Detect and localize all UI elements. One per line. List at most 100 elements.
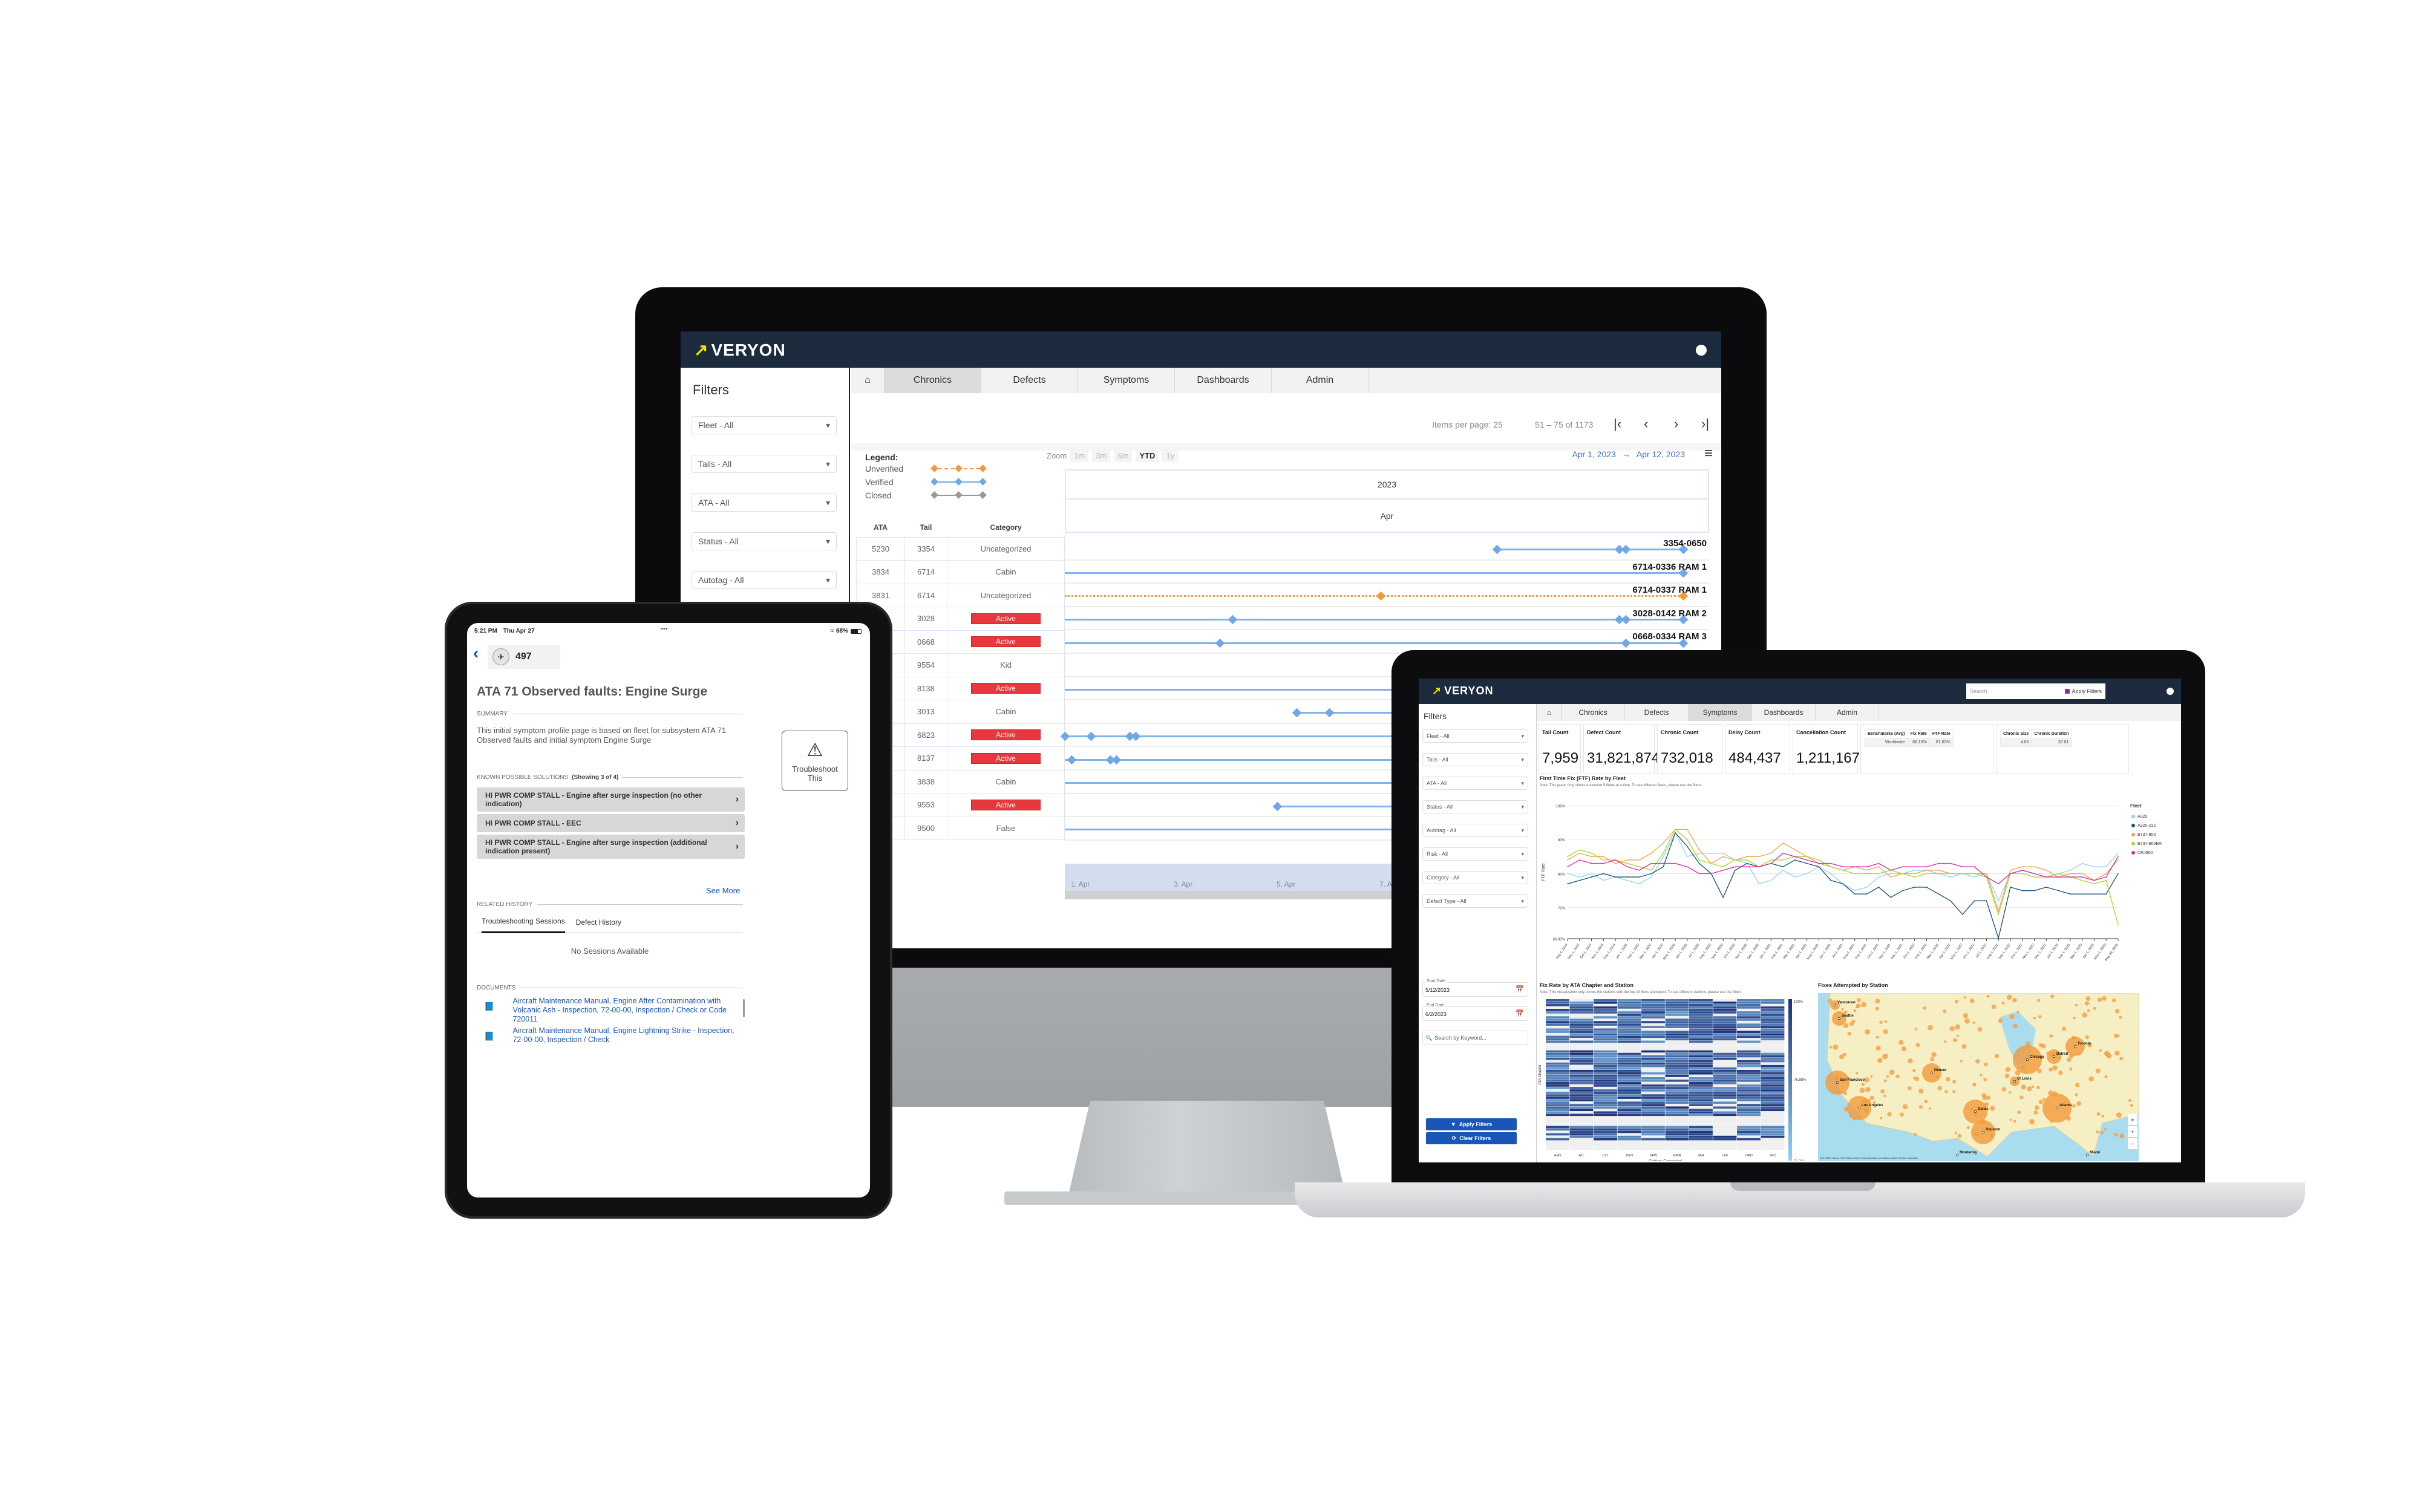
heatmap-cell[interactable] [1594,1084,1617,1087]
heatmap-cell[interactable] [1641,1123,1665,1126]
heatmap-cell[interactable] [1737,1045,1761,1048]
station-marker[interactable] [2038,1015,2042,1018]
heatmap-cell[interactable] [1761,1050,1785,1053]
data-point[interactable] [1998,883,1999,885]
data-point[interactable] [1914,866,1915,868]
station-marker[interactable] [2130,1104,2133,1107]
station-marker[interactable] [1983,1096,1987,1101]
heatmap-cell[interactable] [1617,1126,1641,1129]
heatmap-cell[interactable] [1617,1084,1641,1087]
heatmap-cell[interactable] [1713,1006,1737,1009]
heatmap-cell[interactable] [1761,1060,1785,1063]
data-point[interactable] [1650,873,1652,875]
heatmap-cell[interactable] [1617,1023,1641,1026]
heatmap-cell[interactable] [1761,1133,1785,1136]
heatmap-cell[interactable] [1546,1072,1569,1075]
heatmap-cell[interactable] [1665,1138,1689,1141]
data-point[interactable] [1830,873,1832,875]
data-point[interactable] [1974,876,1975,878]
heatmap-cell[interactable] [1761,1128,1785,1131]
heatmap-cell[interactable] [1617,1140,1641,1143]
station-marker[interactable] [1989,1106,1995,1111]
heatmap-cell[interactable] [1617,1087,1641,1089]
data-point[interactable] [1735,859,1736,861]
heatmap-cell[interactable] [1713,1084,1737,1087]
end-date-field[interactable]: End Date 6/2/2023 📅 [1422,1003,1528,1021]
heatmap-cell[interactable] [1546,1097,1569,1099]
station-marker[interactable] [1895,1074,1900,1078]
heatmap-cell[interactable] [1641,1021,1665,1023]
filter-select[interactable]: Category - All ▾ [1422,871,1528,884]
station-marker[interactable] [1839,1054,1845,1060]
legend-label[interactable]: B737-800 [2137,833,2156,837]
heatmap-cell[interactable] [1761,1082,1785,1084]
heatmap-cell[interactable] [1737,1138,1761,1141]
heatmap-cell[interactable] [1569,1064,1594,1067]
user-account-icon[interactable] [1696,345,1707,356]
heatmap-cell[interactable] [1546,1094,1569,1097]
data-point[interactable] [1675,829,1676,830]
data-point[interactable] [2118,873,2119,875]
station-marker[interactable] [1931,1052,1937,1057]
heatmap-cell[interactable] [1713,1055,1737,1058]
heatmap-cell[interactable] [1594,1004,1617,1006]
heatmap-cell[interactable] [1665,1035,1689,1038]
heatmap-cell[interactable] [1713,1057,1737,1060]
heatmap-cell[interactable] [1594,1067,1617,1070]
heatmap-cell[interactable] [1737,1080,1761,1082]
heatmap-cell[interactable] [1617,1138,1641,1141]
station-marker[interactable] [1876,1046,1881,1051]
heatmap-cell[interactable] [1737,1077,1761,1080]
heatmap-cell[interactable] [1569,1011,1594,1014]
station-marker[interactable] [2104,1127,2107,1131]
station-marker[interactable] [2093,1006,2096,1010]
data-point[interactable] [1722,897,1724,898]
station-marker[interactable] [2001,1002,2005,1005]
heatmap-cell[interactable] [1713,1021,1737,1023]
heatmap-cell[interactable] [1713,1147,1737,1150]
heatmap-cell[interactable] [1569,1147,1594,1150]
data-point[interactable] [1950,900,1951,902]
heatmap-cell[interactable] [1665,1145,1689,1148]
heatmap-cell[interactable] [1665,1092,1689,1094]
heatmap-cell[interactable] [1737,1145,1761,1148]
heatmap-cell[interactable] [1689,1064,1713,1067]
heatmap-cell[interactable] [1594,1089,1617,1092]
data-point[interactable] [1567,866,1568,868]
heatmap-cell[interactable] [1665,1057,1689,1060]
data-point[interactable] [1962,914,1963,915]
heatmap-cell[interactable] [1617,1133,1641,1136]
clear-filters-button[interactable]: ⟳ Clear Filters [1426,1132,1517,1144]
heatmap-cell[interactable] [1689,1004,1713,1006]
heatmap-cell[interactable] [1569,1135,1594,1138]
data-point[interactable] [1818,859,1820,861]
heatmap-cell[interactable] [1665,1113,1689,1116]
heatmap-cell[interactable] [1665,1142,1689,1145]
station-marker[interactable] [2009,1014,2015,1020]
data-point[interactable] [1627,859,1628,861]
heatmap-cell[interactable] [1546,1045,1569,1048]
station-marker[interactable] [1914,1132,1917,1136]
heatmap-cell[interactable] [1617,1147,1641,1150]
data-point[interactable] [1603,856,1604,858]
heatmap-cell[interactable] [1569,1072,1594,1075]
heatmap-cell[interactable] [1617,1018,1641,1021]
data-point[interactable] [1998,900,1999,902]
heatmap-cell[interactable] [1594,1140,1617,1143]
station-marker[interactable] [1876,1035,1879,1039]
heatmap-cell[interactable] [1737,1087,1761,1089]
station-marker[interactable] [1972,1021,1975,1025]
heatmap-cell[interactable] [1641,1057,1665,1060]
heatmap-cell[interactable] [1761,1052,1785,1055]
prev-page-button[interactable]: ‹ [1644,416,1648,432]
heatmap-cell[interactable] [1641,1048,1665,1051]
global-search[interactable]: Search Apply Filters [1966,683,2105,699]
heatmap-cell[interactable] [1546,1147,1569,1150]
timeline-event-marker[interactable] [1067,755,1076,764]
heatmap-cell[interactable] [1546,1040,1569,1043]
heatmap-cell[interactable] [1594,1101,1617,1104]
heatmap-cell[interactable] [1569,1069,1594,1072]
heatmap-cell[interactable] [1737,1133,1761,1136]
heatmap-cell[interactable] [1569,1128,1594,1131]
heatmap-cell[interactable] [1737,1018,1761,1021]
